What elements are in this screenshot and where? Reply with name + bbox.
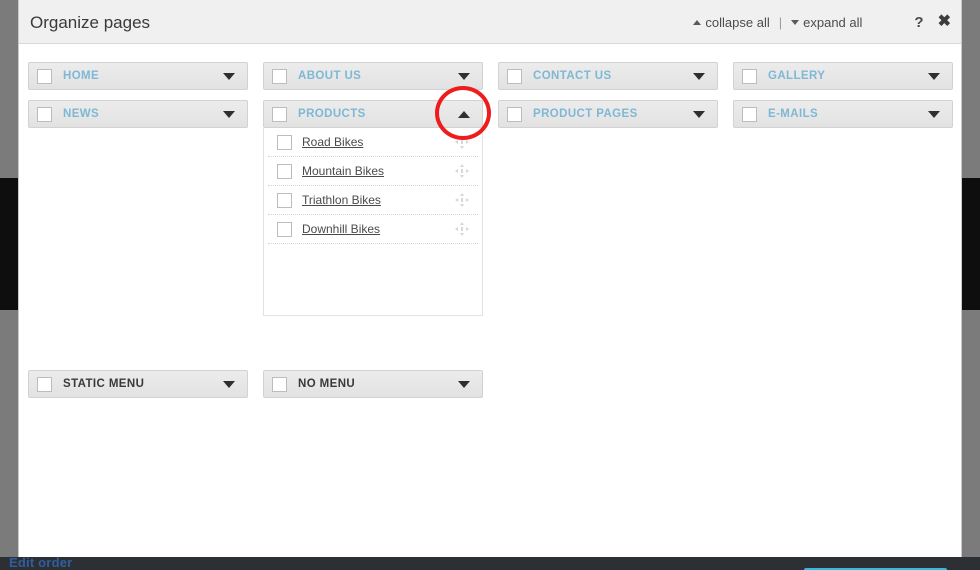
chevron-down-icon[interactable]	[928, 110, 940, 118]
menu-item-contact-us[interactable]: CONTACT US	[498, 62, 718, 90]
menu-column-3: CONTACT US PRODUCT PAGES	[498, 62, 718, 138]
chevron-down-icon[interactable]	[223, 110, 235, 118]
menu-item-static-menu[interactable]: STATIC MENU	[28, 370, 248, 398]
tools-separator: |	[778, 14, 783, 30]
checkbox-road-bikes[interactable]	[277, 134, 292, 150]
checkbox-mountain-bikes[interactable]	[277, 163, 292, 179]
menu-label-no-menu: NO MENU	[298, 378, 356, 390]
page-backdrop-left-bottom	[0, 310, 18, 557]
checkbox-product-pages[interactable]	[507, 106, 522, 122]
checkbox-downhill-bikes[interactable]	[277, 221, 292, 237]
caret-up-icon	[693, 19, 702, 25]
list-item[interactable]: Triathlon Bikes	[268, 186, 478, 215]
checkbox-about-us[interactable]	[272, 68, 287, 84]
dialog-header: Organize pages collapse all | expand all…	[19, 0, 961, 44]
close-icon[interactable]: ✖	[938, 14, 951, 30]
products-collapse-arrow[interactable]	[458, 110, 470, 118]
chevron-down-icon[interactable]	[693, 72, 705, 80]
products-submenu-panel: Road Bikes Mountain Bikes Triathlon Bike…	[263, 128, 483, 316]
list-item[interactable]: Downhill Bikes	[268, 215, 478, 244]
chevron-down-icon[interactable]	[223, 72, 235, 80]
menu-column-2: ABOUT US PRODUCTS Road Bikes Mountain Bi…	[263, 62, 483, 316]
menu-label-products: PRODUCTS	[298, 108, 366, 120]
menu-item-product-pages[interactable]: PRODUCT PAGES	[498, 100, 718, 128]
menu-label-home: HOME	[63, 70, 100, 82]
menu-column-4: GALLERY E-MAILS	[733, 62, 953, 138]
menu-label-product-pages: PRODUCT PAGES	[533, 108, 638, 120]
menu-label-news: NEWS	[63, 108, 100, 120]
menu-label-contact-us: CONTACT US	[533, 70, 612, 82]
organize-pages-dialog: Organize pages collapse all | expand all…	[18, 0, 962, 570]
list-item[interactable]: Mountain Bikes	[268, 157, 478, 186]
page-backdrop-right-bottom	[962, 310, 980, 557]
chevron-down-icon[interactable]	[693, 110, 705, 118]
sub-label-downhill-bikes[interactable]: Downhill Bikes	[302, 222, 454, 236]
checkbox-gallery[interactable]	[742, 68, 757, 84]
menu-label-about-us: ABOUT US	[298, 70, 362, 82]
menu-item-gallery[interactable]: GALLERY	[733, 62, 953, 90]
sub-label-mountain-bikes[interactable]: Mountain Bikes	[302, 164, 454, 178]
menu-item-products[interactable]: PRODUCTS	[263, 100, 483, 128]
expand-all-button[interactable]: expand all	[791, 15, 862, 30]
expand-all-label: expand all	[803, 14, 863, 30]
dialog-body: HOME NEWS ABOUT US PRODUCTS Road Bikes M…	[19, 44, 961, 570]
collapse-all-label: collapse all	[705, 14, 770, 30]
checkbox-e-mails[interactable]	[742, 106, 757, 122]
move-handle-icon[interactable]	[454, 134, 470, 150]
move-handle-icon[interactable]	[454, 192, 470, 208]
checkbox-contact-us[interactable]	[507, 68, 522, 84]
collapse-all-button[interactable]: collapse all	[693, 14, 770, 30]
list-item[interactable]: Road Bikes	[268, 128, 478, 157]
move-handle-icon[interactable]	[454, 221, 470, 237]
checkbox-home[interactable]	[37, 68, 52, 84]
chevron-down-icon[interactable]	[223, 380, 235, 388]
menu-column-1: HOME NEWS	[28, 62, 248, 138]
checkbox-static-menu[interactable]	[37, 376, 52, 392]
chevron-down-icon[interactable]	[458, 380, 470, 388]
checkbox-no-menu[interactable]	[272, 376, 287, 392]
menu-item-about-us[interactable]: ABOUT US	[263, 62, 483, 90]
move-handle-icon[interactable]	[454, 163, 470, 179]
caret-down-icon	[791, 19, 800, 25]
chevron-down-icon[interactable]	[928, 72, 940, 80]
page-backdrop-right-dark	[962, 178, 980, 310]
checkbox-news[interactable]	[37, 106, 52, 122]
checkbox-products[interactable]	[272, 106, 287, 122]
menu-label-static-menu: STATIC MENU	[63, 378, 145, 390]
page-backdrop-left-dark	[0, 178, 18, 310]
menu-label-gallery: GALLERY	[768, 70, 826, 82]
menu-item-no-menu[interactable]: NO MENU	[263, 370, 483, 398]
checkbox-triathlon-bikes[interactable]	[277, 192, 292, 208]
menu-item-home[interactable]: HOME	[28, 62, 248, 90]
menu-item-e-mails[interactable]: E-MAILS	[733, 100, 953, 128]
menu-column-static: STATIC MENU	[28, 370, 248, 398]
page-footer-text: Edit order	[9, 557, 73, 570]
page-backdrop-left-top	[0, 0, 18, 178]
sub-label-road-bikes[interactable]: Road Bikes	[302, 135, 454, 149]
screen-root: Edit order Organize pages collapse all |…	[0, 0, 980, 570]
menu-label-e-mails: E-MAILS	[768, 108, 819, 120]
menu-item-news[interactable]: NEWS	[28, 100, 248, 128]
help-icon[interactable]: ?	[914, 14, 923, 31]
menu-column-no-menu: NO MENU	[263, 370, 483, 398]
page-title: Organize pages	[30, 13, 151, 32]
chevron-down-icon[interactable]	[458, 72, 470, 80]
sub-label-triathlon-bikes[interactable]: Triathlon Bikes	[302, 193, 454, 207]
header-tools: collapse all | expand all ? ✖	[693, 0, 951, 44]
page-backdrop-right-top	[962, 0, 980, 178]
